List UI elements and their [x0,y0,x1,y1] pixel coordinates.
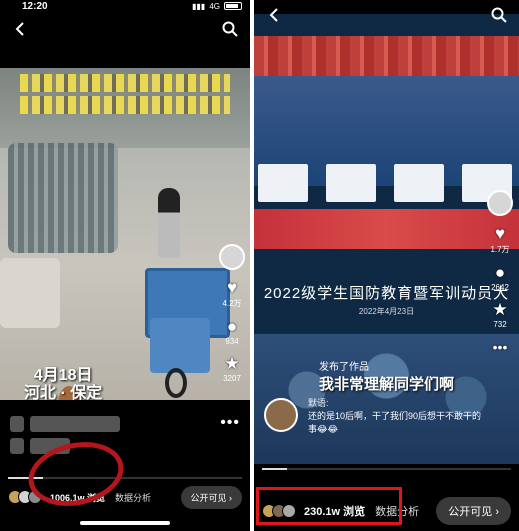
status-bar: 12:20 ▮▮▮ 4G [0,0,250,12]
visibility-button[interactable]: 公开可见 › [436,497,511,525]
like-count: 4.2万 [222,299,242,308]
post-text: 还的是10后啊，干了我们90后想干不敢干的事😂😂 [308,411,482,434]
fabric-rolls [8,143,118,253]
search-icon [491,7,507,23]
home-indicator [80,521,170,525]
avatar[interactable] [264,398,298,432]
heart-icon[interactable]: ♥ [495,224,505,244]
star-icon[interactable]: ★ [492,300,507,320]
chevron-left-icon [269,8,278,22]
search-button[interactable] [487,3,511,27]
favorite-count: 3207 [223,374,241,383]
signal-icon: ▮▮▮ [192,1,206,11]
person-figure [158,188,180,258]
avatar[interactable] [487,190,513,216]
heart-icon[interactable]: ♥ [227,278,237,298]
star-icon[interactable]: ★ [224,354,239,374]
red-box-annotation [256,487,402,525]
more-icon[interactable]: ••• [220,414,240,432]
stage-screen [394,164,444,202]
action-column: ♥ 4.2万 ● 934 ★ 3207 [212,244,250,383]
top-bar [0,14,250,44]
red-banner [254,36,519,76]
tricycle-body [150,318,210,373]
date-location-stamp: 4月18日 河北 · 保定 [24,367,103,402]
more-icon[interactable]: ••• [493,337,508,357]
published-label: 发布了作品 [319,362,369,373]
chevron-left-icon [15,22,24,36]
battery-icon [224,2,242,10]
right-screenshot: 2022级学生国防教育暨军训动员大 2022年4月23日 我非常理解同学们啊 发… [254,0,519,531]
comment-count: 934 [225,337,239,346]
video-caption: 我非常理解同学们啊 [318,376,454,393]
tricycle-wheel [165,368,187,398]
action-column: ♥ 1.7万 ● 2642 ★ 732 ••• [480,190,519,357]
left-screenshot: 12:20 ▮▮▮ 4G 4月18日 河北 · 保定 ♥ 4.2万 ● 934 … [0,0,250,531]
avatar[interactable] [219,244,245,270]
blurred-title-banner [20,74,230,118]
favorite-count: 732 [493,320,507,329]
visibility-button[interactable]: 公开可见 › [180,485,242,509]
status-time: 12:20 [22,0,48,12]
top-bar [254,0,519,30]
stage-screen [258,164,308,202]
search-button[interactable] [218,17,242,41]
comment-icon[interactable]: ● [227,317,237,337]
poster-name[interactable]: 默语: [308,396,329,409]
like-count: 1.7万 [490,245,510,254]
back-button[interactable] [8,17,32,41]
status-indicators: ▮▮▮ 4G [192,2,242,11]
video-progress[interactable] [262,468,511,470]
search-icon [222,21,238,37]
back-button[interactable] [262,3,286,27]
sacks [0,258,60,328]
analytics-link[interactable]: 数据分析 [115,491,151,504]
stage-screen [326,164,376,202]
comment-count: 2642 [491,283,509,292]
network-label: 4G [209,1,220,11]
comment-icon[interactable]: ● [495,263,505,283]
